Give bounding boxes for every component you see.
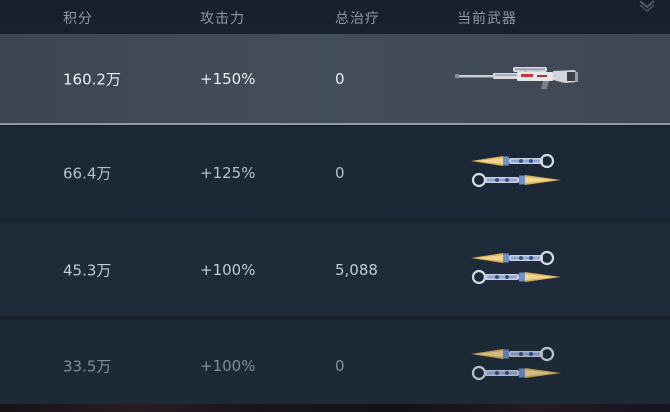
row-score: 33.5万 [63, 357, 112, 376]
row-heal: 0 [335, 357, 345, 375]
header-heal: 总治疗 [335, 11, 380, 27]
dual-knives-icon [469, 151, 565, 195]
row-heal: 5,088 [335, 260, 378, 279]
scoreboard-panel: 积分 攻击力 总治疗 当前武器 160.2万 +150% 0 66.4万 +12… [0, 0, 670, 412]
header-weapon: 当前武器 [457, 11, 517, 27]
row-score: 45.3万 [63, 261, 112, 279]
row-attack: +100% [200, 357, 256, 375]
scoreboard-row[interactable]: 66.4万 +125% 0 [0, 127, 670, 219]
scoreboard-header: 积分 攻击力 总治疗 当前武器 [0, 0, 670, 34]
sniper-rifle-icon [455, 64, 581, 94]
row-score: 160.2万 [63, 70, 121, 88]
row-score: 66.4万 [63, 164, 112, 183]
row-attack: +150% [200, 69, 256, 88]
dual-knives-icon [469, 248, 565, 292]
background-strip [0, 404, 670, 412]
row-heal: 0 [335, 164, 345, 182]
header-attack: 攻击力 [200, 11, 245, 27]
dual-knives-icon [469, 344, 565, 388]
scoreboard-row[interactable]: 33.5万 +100% 0 [0, 320, 670, 412]
scoreboard-row-highlighted[interactable]: 160.2万 +150% 0 [0, 34, 670, 125]
row-heal: 0 [335, 69, 345, 88]
header-score: 积分 [63, 11, 93, 27]
scoreboard-row[interactable]: 45.3万 +100% 5,088 [0, 223, 670, 316]
row-attack: +100% [200, 260, 256, 279]
row-attack: +125% [200, 164, 256, 182]
